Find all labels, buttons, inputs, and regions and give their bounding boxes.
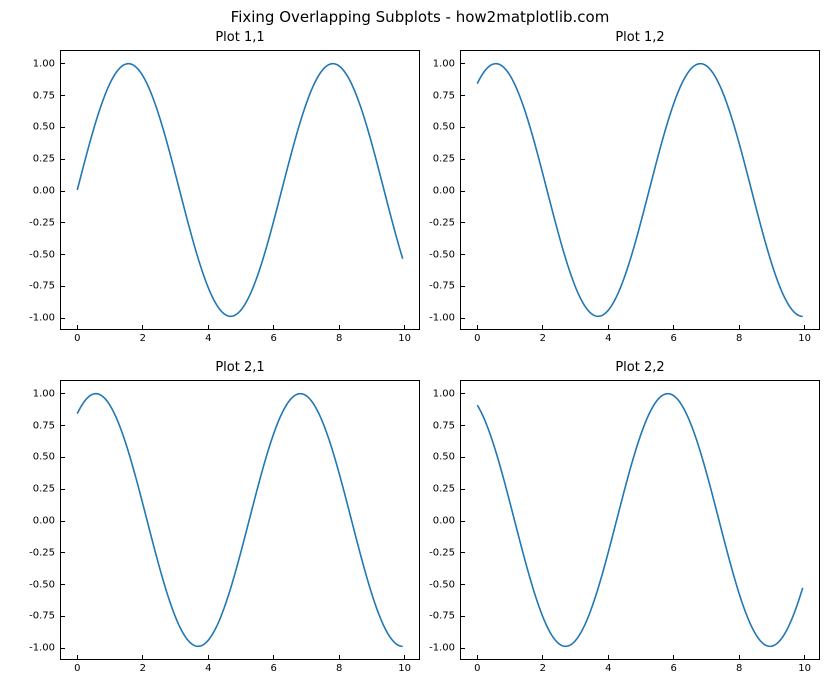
ytick-label: -0.25 [429, 547, 461, 558]
line-plot [461, 51, 819, 329]
ytick-label: -0.50 [29, 249, 61, 260]
xtick-label: 4 [605, 659, 611, 674]
ytick-label: 0.25 [433, 484, 461, 495]
xtick-label: 4 [205, 329, 211, 344]
sine-curve [77, 64, 402, 317]
ytick-label: 0.75 [33, 90, 61, 101]
ytick-label: -0.75 [429, 611, 461, 622]
subplot-title: Plot 2,2 [460, 360, 820, 375]
figure: Fixing Overlapping Subplots - how2matplo… [0, 0, 840, 700]
xtick-label: 6 [271, 659, 277, 674]
ytick-label: 0.75 [33, 420, 61, 431]
xtick-label: 2 [140, 659, 146, 674]
xtick-label: 6 [271, 329, 277, 344]
ytick-label: 0.75 [433, 90, 461, 101]
ytick-label: -0.75 [29, 611, 61, 622]
xtick-label: 8 [736, 659, 742, 674]
ytick-label: 0.00 [33, 186, 61, 197]
subplot-title: Plot 1,1 [60, 30, 420, 45]
xtick-label: 4 [205, 659, 211, 674]
xtick-label: 2 [540, 659, 546, 674]
sine-curve [477, 394, 802, 647]
sine-curve [477, 64, 802, 317]
ytick-label: -0.25 [29, 217, 61, 228]
xtick-label: 6 [671, 329, 677, 344]
ytick-label: -0.50 [29, 579, 61, 590]
axes: -1.00-0.75-0.50-0.250.000.250.500.751.00… [60, 380, 420, 660]
xtick-label: 2 [140, 329, 146, 344]
xtick-label: 8 [336, 329, 342, 344]
ytick-label: 1.00 [33, 388, 61, 399]
subplot-2-1: Plot 2,1-1.00-0.75-0.50-0.250.000.250.50… [60, 380, 420, 660]
ytick-label: 0.00 [433, 186, 461, 197]
line-plot [461, 381, 819, 659]
ytick-label: -0.50 [429, 579, 461, 590]
ytick-label: -0.75 [429, 281, 461, 292]
axes: -1.00-0.75-0.50-0.250.000.250.500.751.00… [460, 380, 820, 660]
ytick-label: -1.00 [29, 643, 61, 654]
subplot-title: Plot 2,1 [60, 360, 420, 375]
xtick-label: 10 [398, 659, 411, 674]
ytick-label: 0.75 [433, 420, 461, 431]
xtick-label: 0 [74, 659, 80, 674]
xtick-label: 6 [671, 659, 677, 674]
xtick-label: 0 [474, 659, 480, 674]
line-plot [61, 51, 419, 329]
axes: -1.00-0.75-0.50-0.250.000.250.500.751.00… [460, 50, 820, 330]
figure-suptitle: Fixing Overlapping Subplots - how2matplo… [0, 8, 840, 26]
ytick-label: -1.00 [29, 313, 61, 324]
sine-curve [77, 394, 402, 647]
axes: -1.00-0.75-0.50-0.250.000.250.500.751.00… [60, 50, 420, 330]
ytick-label: 0.50 [433, 452, 461, 463]
line-plot [61, 381, 419, 659]
xtick-label: 8 [736, 329, 742, 344]
xtick-label: 10 [798, 659, 811, 674]
xtick-label: 0 [474, 329, 480, 344]
ytick-label: 0.25 [33, 154, 61, 165]
ytick-label: 0.00 [433, 516, 461, 527]
subplot-2-2: Plot 2,2-1.00-0.75-0.50-0.250.000.250.50… [460, 380, 820, 660]
ytick-label: 0.50 [33, 452, 61, 463]
ytick-label: -0.25 [429, 217, 461, 228]
subplot-1-2: Plot 1,2-1.00-0.75-0.50-0.250.000.250.50… [460, 50, 820, 330]
ytick-label: -1.00 [429, 313, 461, 324]
ytick-label: 0.50 [33, 122, 61, 133]
xtick-label: 10 [398, 329, 411, 344]
subplot-1-1: Plot 1,1-1.00-0.75-0.50-0.250.000.250.50… [60, 50, 420, 330]
ytick-label: -1.00 [429, 643, 461, 654]
xtick-label: 0 [74, 329, 80, 344]
ytick-label: -0.50 [429, 249, 461, 260]
xtick-label: 10 [798, 329, 811, 344]
xtick-label: 2 [540, 329, 546, 344]
ytick-label: 1.00 [33, 58, 61, 69]
xtick-label: 4 [605, 329, 611, 344]
xtick-label: 8 [336, 659, 342, 674]
ytick-label: 0.00 [33, 516, 61, 527]
ytick-label: 0.25 [433, 154, 461, 165]
ytick-label: -0.75 [29, 281, 61, 292]
ytick-label: 1.00 [433, 58, 461, 69]
ytick-label: 0.50 [433, 122, 461, 133]
ytick-label: 1.00 [433, 388, 461, 399]
subplot-title: Plot 1,2 [460, 30, 820, 45]
ytick-label: -0.25 [29, 547, 61, 558]
ytick-label: 0.25 [33, 484, 61, 495]
